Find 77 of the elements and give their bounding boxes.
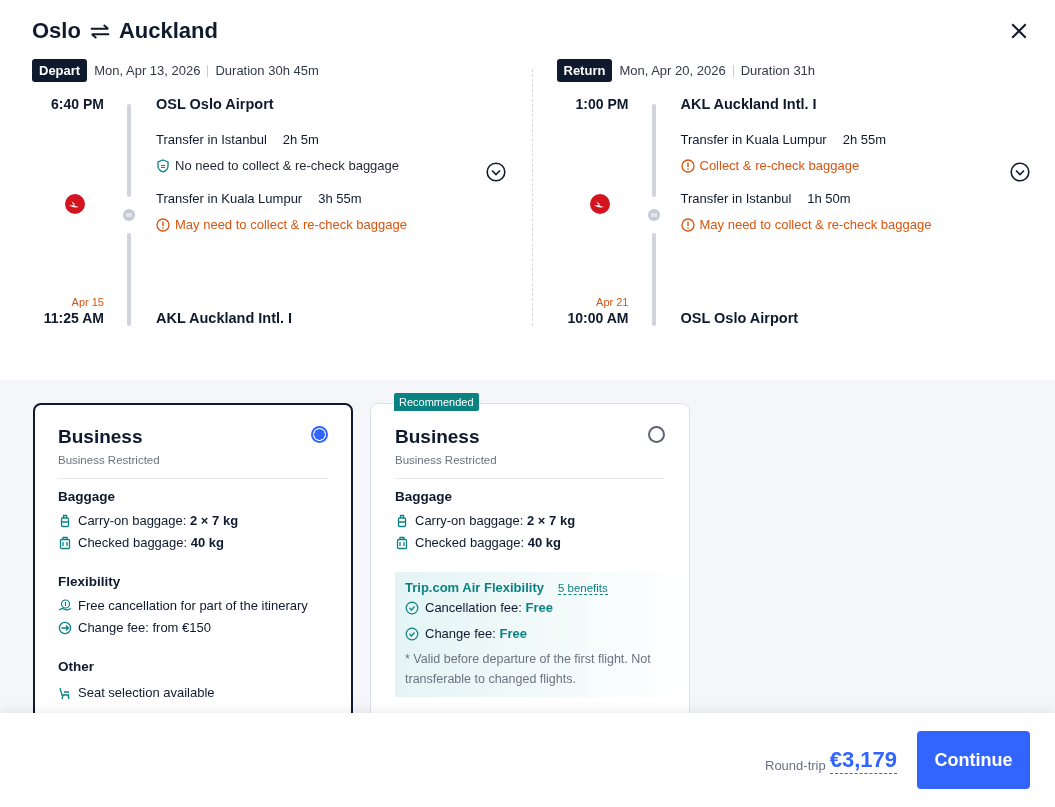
- section-heading: Baggage: [58, 489, 116, 504]
- luggage-icon: [58, 536, 72, 550]
- money-hand-icon: [58, 599, 72, 613]
- arrival-airport: AKL Auckland Intl. I: [156, 310, 294, 326]
- warning-icon: [156, 218, 170, 232]
- airline-logo-icon: [589, 194, 610, 214]
- transfer-duration: 1h 50m: [807, 191, 851, 206]
- shield-icon: [156, 159, 170, 173]
- transfer-duration: 2h 5m: [282, 132, 319, 147]
- destination-city: Auckland: [118, 18, 218, 44]
- fare-subtitle: Business Restricted: [58, 454, 160, 466]
- benefit-text: Cancellation fee: Free: [425, 599, 553, 617]
- arrival-airport: OSL Oslo Airport: [680, 310, 800, 326]
- transfer-icon: [123, 209, 135, 221]
- expand-button[interactable]: [1010, 162, 1030, 182]
- arrival-date: Apr 21: [596, 296, 629, 308]
- swap-arrows-icon: [88, 23, 111, 39]
- arrival-date: Apr 15: [71, 296, 104, 308]
- transfer-city: Transfer in Kuala Lumpur: [680, 132, 827, 147]
- airline-logo-icon: [65, 194, 85, 214]
- benefit-text: Change fee: Free: [425, 625, 527, 643]
- section-heading: Flexibility: [58, 574, 122, 589]
- trip-type-label: Round-trip: [765, 757, 826, 773]
- check-circle-icon: [405, 601, 419, 615]
- leg-badge: Depart: [32, 59, 88, 82]
- transfer-city: Transfer in Istanbul: [680, 191, 792, 206]
- section-heading: Other: [58, 659, 95, 674]
- continue-button[interactable]: Continue: [917, 731, 1030, 789]
- baggage-note: No need to collect & re-check baggage: [175, 157, 400, 175]
- arrival-time: 10:00 AM: [567, 310, 629, 326]
- radio-button[interactable]: [648, 426, 665, 443]
- promo-title: Trip.com Air Flexibility: [405, 580, 544, 595]
- radio-button[interactable]: [311, 426, 328, 443]
- warning-icon: [680, 218, 695, 232]
- departure-airport: OSL Oslo Airport: [156, 96, 275, 112]
- section-heading: Baggage: [395, 489, 453, 504]
- feature-text: Carry-on baggage: 2 × 7 kg: [415, 512, 576, 530]
- fare-subtitle: Business Restricted: [395, 454, 497, 466]
- feature-text: Seat selection available: [78, 684, 215, 702]
- fare-card[interactable]: Business Business Restricted Baggage Carry-on baggage: 2 × 7 kg Checked baggage: 40 kg Flexibility Free cancellation for part of the itinerary Change fee: from €150 Other Seat selection available: [33, 403, 353, 713]
- origin-city: Oslo: [32, 18, 81, 44]
- check-circle-icon: [405, 627, 419, 641]
- departure-airport: AKL Auckland Intl. I: [680, 96, 818, 112]
- feature-text: Carry-on baggage: 2 × 7 kg: [78, 512, 239, 530]
- expand-button[interactable]: [485, 162, 506, 182]
- benefits-link[interactable]: 5 benefits: [557, 582, 608, 595]
- leg-date: Mon, Apr 20, 2026: [619, 63, 726, 78]
- luggage-icon: [395, 536, 409, 550]
- recommended-badge: Recommended: [394, 393, 479, 411]
- fare-title: Business: [395, 426, 481, 448]
- feature-text: Checked baggage: 40 kg: [78, 534, 224, 552]
- transfer-duration: 2h 55m: [842, 132, 887, 147]
- suitcase-icon: [395, 514, 409, 528]
- plane-circle-icon: [58, 621, 72, 635]
- feature-text: Change fee: from €150: [78, 619, 211, 637]
- suitcase-icon: [58, 514, 72, 528]
- total-price[interactable]: €3,179: [829, 746, 897, 774]
- departure-time: 1:00 PM: [575, 96, 629, 112]
- departure-time: 6:40 PM: [51, 96, 104, 112]
- baggage-note: Collect & re-check baggage: [699, 157, 860, 175]
- leg-date: Mon, Apr 13, 2026: [94, 63, 201, 78]
- leg-badge: Return: [556, 59, 613, 82]
- fare-title: Business: [58, 426, 144, 448]
- promo-note: * Valid before departure of the first flight. Not transferable to changed flights.: [405, 651, 652, 688]
- transfer-city: Transfer in Istanbul: [156, 132, 267, 147]
- feature-text: Free cancellation for part of the itinerary: [78, 597, 308, 615]
- baggage-note: May need to collect & re-check baggage: [699, 216, 932, 234]
- leg-duration: Duration 31h: [740, 63, 816, 78]
- seat-icon: [58, 686, 72, 700]
- transfer-city: Transfer in Kuala Lumpur: [156, 191, 303, 206]
- leg-duration: Duration 30h 45m: [215, 63, 319, 78]
- transfer-duration: 3h 55m: [318, 191, 362, 206]
- baggage-note: May need to collect & re-check baggage: [175, 216, 407, 234]
- arrival-time: 11:25 AM: [43, 310, 104, 326]
- warning-icon: [680, 159, 695, 173]
- feature-text: Checked baggage: 40 kg: [415, 534, 561, 552]
- transfer-icon: [647, 209, 660, 221]
